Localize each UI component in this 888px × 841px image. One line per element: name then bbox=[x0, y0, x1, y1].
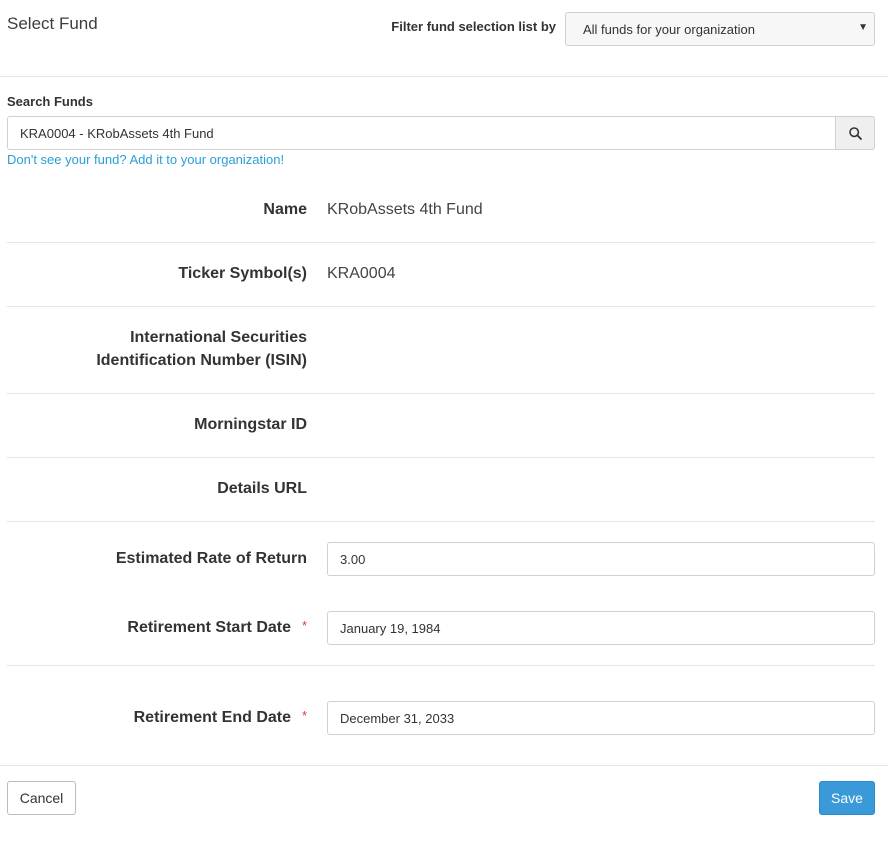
required-marker: * bbox=[302, 708, 308, 723]
ticker-row: Ticker Symbol(s) KRA0004 bbox=[7, 243, 875, 307]
rate-input[interactable]: 3.00 bbox=[327, 542, 875, 576]
add-fund-link[interactable]: Don't see your fund? Add it to your orga… bbox=[7, 152, 284, 167]
ticker-value: KRA0004 bbox=[327, 265, 396, 282]
cancel-button[interactable]: Cancel bbox=[7, 781, 76, 815]
isin-row: International Securities Identification … bbox=[7, 307, 875, 394]
end-date-row: Retirement End Date * December 31, 2033 bbox=[7, 666, 875, 765]
filter-select-value: All funds for your organization bbox=[583, 22, 755, 37]
search-input[interactable]: KRA0004 - KRobAssets 4th Fund bbox=[7, 116, 875, 150]
search-label: Search Funds bbox=[7, 94, 93, 109]
rate-label: Estimated Rate of Return bbox=[115, 550, 307, 567]
ticker-label: Ticker Symbol(s) bbox=[178, 265, 307, 282]
start-date-value: January 19, 1984 bbox=[340, 621, 441, 636]
search-input-value: KRA0004 - KRobAssets 4th Fund bbox=[20, 126, 214, 141]
isin-label-line2: Identification Number (ISIN) bbox=[96, 352, 307, 369]
name-label: Name bbox=[263, 201, 307, 218]
isin-label-line1: International Securities bbox=[130, 329, 307, 346]
details-url-row: Details URL bbox=[7, 458, 875, 522]
filter-label: Filter fund selection list by bbox=[391, 19, 556, 34]
morningstar-row: Morningstar ID bbox=[7, 394, 875, 458]
start-date-label: Retirement Start Date bbox=[127, 619, 291, 636]
page-title: Select Fund bbox=[7, 14, 98, 33]
save-button[interactable]: Save bbox=[819, 781, 875, 815]
start-date-row: Retirement Start Date * January 19, 1984 bbox=[7, 592, 875, 666]
modal-footer: Cancel Save bbox=[0, 765, 888, 841]
modal-header: Select Fund Filter fund selection list b… bbox=[0, 0, 888, 77]
name-row: Name KRobAssets 4th Fund bbox=[7, 178, 875, 243]
morningstar-label: Morningstar ID bbox=[194, 416, 307, 433]
end-date-value: December 31, 2033 bbox=[340, 711, 455, 726]
rate-input-value: 3.00 bbox=[340, 552, 366, 567]
filter-select[interactable]: All funds for your organization ▼ bbox=[565, 12, 875, 46]
end-date-input[interactable]: December 31, 2033 bbox=[327, 701, 875, 735]
required-marker: * bbox=[302, 618, 308, 633]
start-date-input[interactable]: January 19, 1984 bbox=[327, 611, 875, 645]
search-icon bbox=[849, 127, 862, 140]
rate-row: Estimated Rate of Return 3.00 bbox=[7, 522, 875, 592]
caret-down-icon: ▼ bbox=[858, 22, 868, 33]
name-value: KRobAssets 4th Fund bbox=[327, 201, 483, 218]
details-url-label: Details URL bbox=[217, 480, 307, 497]
end-date-label: Retirement End Date bbox=[133, 709, 291, 726]
search-button[interactable] bbox=[835, 116, 875, 150]
